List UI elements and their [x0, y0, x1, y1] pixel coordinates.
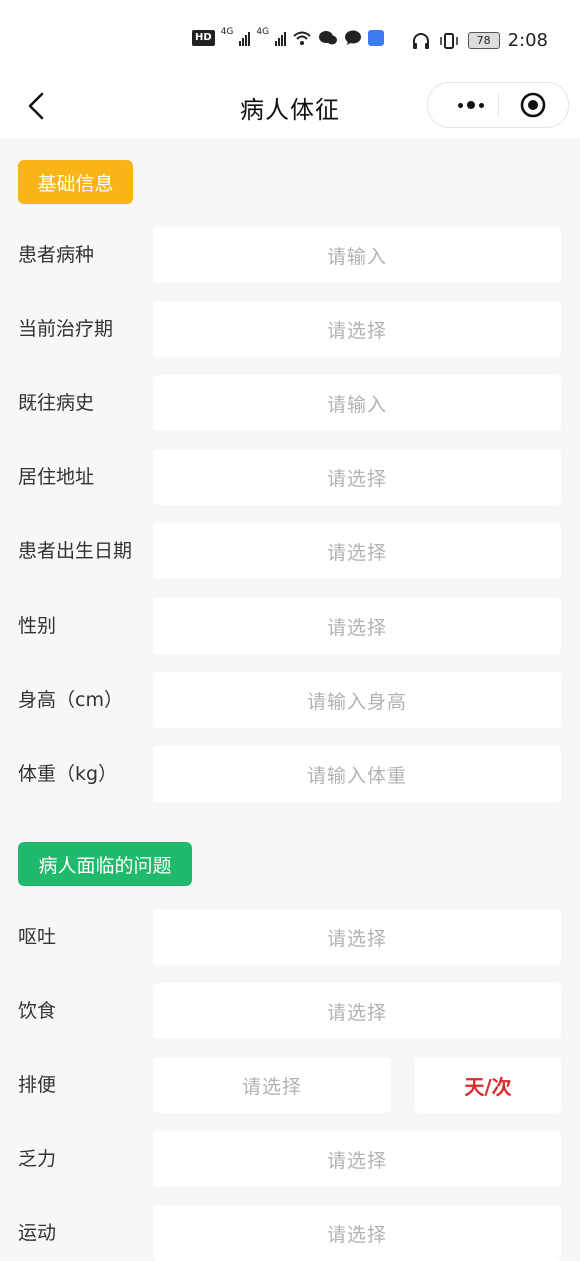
- target-circle-icon[interactable]: [520, 92, 546, 118]
- fatigue-select[interactable]: 请选择: [153, 1131, 561, 1187]
- address-select[interactable]: 请选择: [153, 449, 561, 505]
- app-icon: [368, 30, 385, 46]
- mini-program-capsule: [427, 82, 569, 128]
- height-input[interactable]: 请输入身高: [153, 672, 561, 728]
- bowel-unit-select[interactable]: 天/次: [415, 1057, 561, 1113]
- field-label: 既往病史: [18, 392, 95, 414]
- field-label: 性别: [18, 615, 57, 637]
- hd-icon: HD: [192, 30, 215, 46]
- medical-history-input[interactable]: 请输入: [153, 375, 561, 431]
- network-label-1: 4G: [220, 27, 234, 37]
- disease-type-input[interactable]: 请输入: [153, 227, 561, 283]
- status-bar: HD 4G 4G 78 2:08: [0, 0, 580, 84]
- navigation-bar: 病人体征: [0, 82, 580, 138]
- exercise-select[interactable]: 请选择: [153, 1205, 561, 1261]
- section-tag-basic-info: 基础信息: [18, 160, 133, 204]
- capsule-divider: [498, 94, 499, 116]
- field-label: 患者病种: [18, 244, 95, 266]
- gender-select[interactable]: 请选择: [153, 598, 561, 654]
- network-label-2: 4G: [256, 27, 270, 37]
- birth-date-select[interactable]: 请选择: [153, 523, 561, 579]
- status-icons: HD 4G 4G: [192, 27, 385, 46]
- headphones-icon: [412, 32, 429, 49]
- chat-bubble-icon: [345, 30, 362, 45]
- signal-icon: [275, 30, 287, 46]
- signal-icon: [239, 30, 251, 46]
- wechat-icon: [319, 31, 338, 45]
- bowel-movement-select[interactable]: 请选择: [153, 1057, 391, 1113]
- diet-select[interactable]: 请选择: [153, 983, 561, 1039]
- vomiting-select[interactable]: 请选择: [153, 909, 561, 965]
- vibrate-icon: [439, 32, 458, 49]
- status-right: 78 2:08: [412, 30, 548, 51]
- battery-icon: 78: [467, 32, 500, 49]
- clock-time: 2:08: [507, 30, 548, 51]
- field-label: 排便: [18, 1074, 57, 1096]
- wifi-icon: [293, 31, 311, 45]
- field-label: 呕吐: [18, 926, 57, 948]
- section-tag-problems: 病人面临的问题: [18, 842, 192, 886]
- treatment-phase-select[interactable]: 请选择: [153, 301, 561, 357]
- field-label: 身高（cm）: [18, 689, 123, 711]
- weight-input[interactable]: 请输入体重: [153, 746, 561, 802]
- field-label: 居住地址: [18, 466, 95, 488]
- field-label: 乏力: [18, 1148, 57, 1170]
- field-label: 体重（kg）: [18, 763, 118, 785]
- field-label: 当前治疗期: [18, 318, 114, 340]
- field-label: 饮食: [18, 1000, 57, 1022]
- field-label: 运动: [18, 1222, 57, 1244]
- more-dots-icon[interactable]: [446, 83, 496, 127]
- field-label: 患者出生日期: [18, 540, 133, 562]
